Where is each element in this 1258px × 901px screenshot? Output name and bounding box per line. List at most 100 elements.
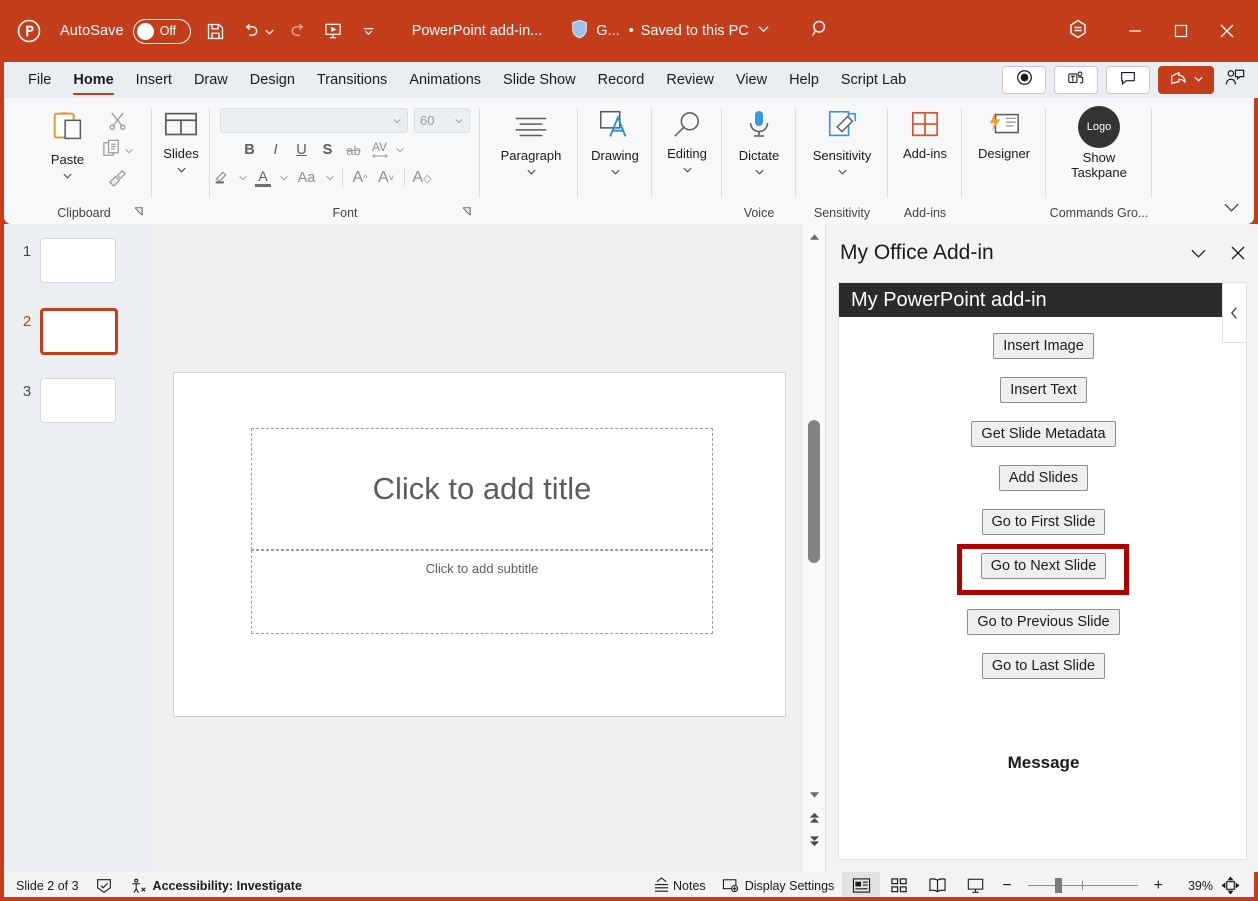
thumbnail-item-1[interactable]: 1 [14, 238, 116, 283]
language-book-check-icon[interactable] [87, 872, 121, 899]
font-color-button[interactable]: A [251, 165, 276, 191]
slides-chevron-down-icon[interactable] [176, 163, 187, 178]
record-button[interactable] [1002, 66, 1046, 94]
teams-button[interactable] [1054, 66, 1098, 94]
text-shadow-button[interactable]: S [315, 137, 340, 163]
display-settings-button[interactable]: Display Settings [714, 872, 843, 899]
tab-file[interactable]: File [17, 62, 62, 98]
tab-review[interactable]: Review [655, 62, 725, 98]
zoom-slider-handle[interactable] [1055, 878, 1062, 893]
slide-canvas[interactable]: Click to add title Click to add subtitle [173, 372, 786, 717]
decrease-font-size-button[interactable]: A˅ [374, 165, 399, 191]
slide-canvas-area[interactable]: Click to add title Click to add subtitle [151, 224, 801, 872]
zoom-slider[interactable] [1028, 872, 1138, 899]
sensitivity-chevron-down-icon[interactable] [837, 165, 848, 180]
go-to-first-slide-button[interactable]: Go to First Slide [982, 509, 1106, 535]
reading-view-icon[interactable] [918, 872, 956, 899]
start-presentation-icon[interactable] [323, 14, 343, 48]
save-state-chevron-down-icon[interactable] [757, 22, 770, 40]
slides-button[interactable]: Slides [163, 110, 199, 178]
tab-home[interactable]: Home [62, 62, 124, 98]
fit-to-window-icon[interactable] [1213, 872, 1254, 899]
catch-up-button[interactable] [1224, 68, 1246, 93]
thumbnail-image-selected[interactable] [40, 308, 118, 355]
dictate-chevron-down-icon[interactable] [754, 165, 765, 180]
tab-design[interactable]: Design [239, 62, 306, 98]
undo-dropdown-chevron-down-icon[interactable] [264, 14, 275, 48]
clear-formatting-button[interactable]: A◇ [410, 165, 435, 191]
vertical-scrollbar[interactable] [801, 224, 825, 872]
accessibility-status[interactable]: Accessibility: Investigate [121, 872, 310, 899]
go-to-previous-slide-button[interactable]: Go to Previous Slide [967, 609, 1119, 635]
tab-view[interactable]: View [725, 62, 778, 98]
font-name-chevron-down-icon[interactable] [392, 114, 402, 128]
character-spacing-button[interactable]: AV [367, 137, 392, 163]
autosave-toggle[interactable]: Off [133, 19, 191, 44]
customize-quick-access-toolbar-chevron-down-icon[interactable] [361, 14, 376, 48]
tab-draw[interactable]: Draw [183, 62, 239, 98]
slideshow-view-icon[interactable] [956, 872, 994, 899]
comments-button[interactable] [1106, 66, 1150, 94]
maximize-icon[interactable] [1158, 0, 1204, 62]
text-highlight-chevron-down-icon[interactable] [236, 165, 250, 191]
thumbnail-image[interactable] [40, 378, 116, 423]
bold-button[interactable]: B [237, 137, 262, 163]
paragraph-button[interactable]: Paragraph [501, 112, 562, 180]
change-case-chevron-down-icon[interactable] [323, 165, 337, 191]
cut-scissors-icon[interactable] [107, 110, 128, 136]
change-case-button[interactable]: Aa [292, 165, 322, 191]
clipboard-dialog-launcher-icon[interactable] [133, 206, 144, 220]
normal-view-icon[interactable] [842, 872, 880, 899]
tab-script-lab[interactable]: Script Lab [830, 62, 917, 98]
paste-button[interactable]: Paste [35, 108, 101, 192]
get-slide-metadata-button[interactable]: Get Slide Metadata [971, 421, 1115, 447]
add-slides-button[interactable]: Add Slides [999, 465, 1088, 491]
copy-icon[interactable] [101, 138, 122, 164]
subtitle-placeholder[interactable]: Click to add subtitle [251, 550, 713, 634]
share-button[interactable] [1158, 66, 1214, 94]
italic-button[interactable]: I [263, 137, 288, 163]
scrollbar-thumb[interactable] [808, 420, 820, 563]
font-size-combobox[interactable]: 60 [414, 108, 470, 133]
increase-font-size-button[interactable]: A^ [348, 165, 373, 191]
thumbnail-item-2[interactable]: 2 [14, 308, 118, 355]
font-color-chevron-down-icon[interactable] [277, 165, 291, 191]
slide-indicator[interactable]: Slide 2 of 3 [8, 872, 87, 899]
thumbnail-image[interactable] [40, 238, 116, 283]
tab-record[interactable]: Record [587, 62, 656, 98]
zoom-in-button[interactable]: + [1146, 872, 1171, 899]
zoom-out-button[interactable]: − [994, 872, 1019, 899]
go-to-last-slide-button[interactable]: Go to Last Slide [982, 653, 1105, 679]
font-dialog-launcher-icon[interactable] [461, 206, 472, 220]
task-pane-menu-chevron-down-icon[interactable] [1187, 242, 1209, 264]
sensitivity-shield[interactable]: G... • Saved to this PC [570, 19, 769, 44]
zoom-level-label[interactable]: 39% [1171, 879, 1213, 893]
task-pane-close-icon[interactable] [1227, 242, 1249, 264]
insert-image-button[interactable]: Insert Image [993, 333, 1094, 359]
document-title[interactable]: PowerPoint add-in... [412, 23, 543, 39]
redo-icon[interactable] [289, 14, 309, 48]
show-taskpane-button[interactable]: Logo Show Taskpane [1071, 106, 1127, 181]
close-icon[interactable] [1204, 0, 1250, 62]
copy-chevron-down-icon[interactable] [124, 142, 134, 160]
paste-chevron-down-icon[interactable] [62, 169, 73, 184]
thumbnail-item-3[interactable]: 3 [14, 378, 116, 423]
addins-button[interactable]: Add-ins [903, 110, 947, 162]
editing-chevron-down-icon[interactable] [682, 163, 693, 178]
tab-transitions[interactable]: Transitions [306, 62, 398, 98]
designer-button[interactable]: Designer [978, 110, 1030, 162]
strikethrough-button[interactable]: ab [341, 137, 366, 163]
collapse-ribbon-chevron-up-icon[interactable] [1223, 200, 1240, 218]
font-size-chevron-down-icon[interactable] [454, 113, 464, 128]
tab-help[interactable]: Help [778, 62, 830, 98]
minimize-icon[interactable] [1112, 0, 1158, 62]
paragraph-chevron-down-icon[interactable] [526, 165, 537, 180]
previous-slide-double-arrow-up-icon[interactable] [802, 807, 826, 829]
character-spacing-chevron-down-icon[interactable] [393, 137, 407, 163]
scroll-up-triangle-up-icon[interactable] [802, 226, 826, 248]
search-icon[interactable] [810, 18, 831, 44]
drawing-button[interactable]: Drawing [591, 108, 639, 180]
title-placeholder[interactable]: Click to add title [251, 428, 713, 550]
save-icon[interactable] [205, 14, 226, 48]
undo-icon[interactable] [240, 14, 260, 48]
